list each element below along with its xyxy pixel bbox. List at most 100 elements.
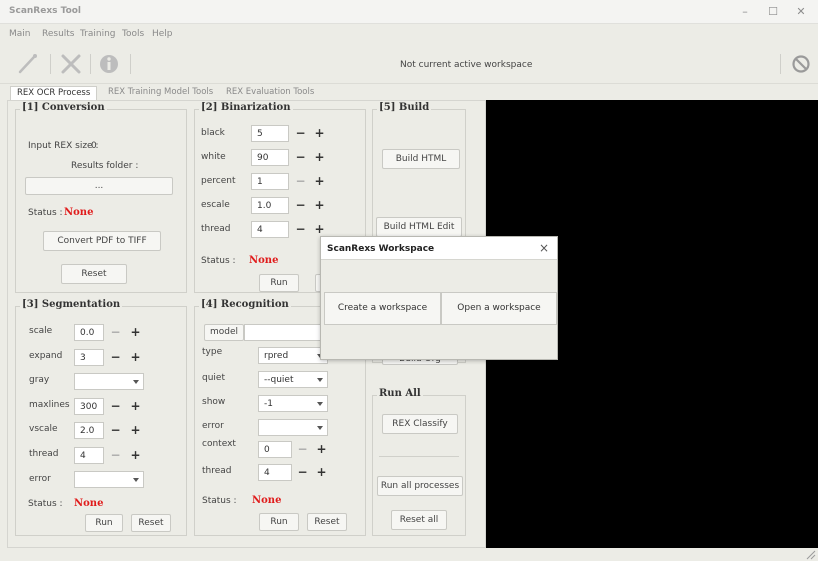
divider bbox=[379, 456, 459, 457]
decrement-button[interactable]: − bbox=[106, 324, 125, 341]
escale-input[interactable]: 1.0 bbox=[251, 197, 289, 214]
error-select[interactable] bbox=[74, 471, 144, 488]
segmentation-reset-button[interactable]: Reset bbox=[131, 514, 171, 532]
tab-rex-training-model-tools[interactable]: REX Training Model Tools bbox=[108, 86, 213, 100]
param-label: maxlines bbox=[29, 400, 70, 410]
gray-select[interactable] bbox=[74, 373, 144, 390]
increment-button[interactable]: + bbox=[310, 173, 329, 190]
segmentation-group: [3] Segmentation scale 0.0 − + expand 3 … bbox=[15, 299, 187, 536]
menu-main[interactable]: Main bbox=[9, 29, 31, 39]
increment-button[interactable]: + bbox=[126, 398, 145, 415]
percent-input[interactable]: 1 bbox=[251, 173, 289, 190]
decrement-button[interactable]: − bbox=[293, 464, 312, 481]
thread-input[interactable]: 4 bbox=[258, 464, 292, 481]
wand-icon[interactable] bbox=[15, 52, 41, 76]
workspace-status-text: Not current active workspace bbox=[400, 60, 533, 70]
rex-classify-button[interactable]: REX Classify bbox=[382, 414, 458, 434]
cross-tools-icon[interactable] bbox=[58, 52, 84, 76]
results-folder-label: Results folder : bbox=[71, 161, 139, 171]
type-select[interactable]: rpred bbox=[258, 347, 328, 364]
decrement-button[interactable]: − bbox=[106, 349, 125, 366]
increment-button[interactable]: + bbox=[312, 464, 331, 481]
scale-input[interactable]: 0.0 bbox=[74, 324, 104, 341]
error-select[interactable] bbox=[258, 419, 328, 436]
thread-input[interactable]: 4 bbox=[251, 221, 289, 238]
maxlines-input[interactable]: 300 bbox=[74, 398, 104, 415]
show-select[interactable]: -1 bbox=[258, 395, 328, 412]
thread-input[interactable]: 4 bbox=[74, 447, 104, 464]
menu-help[interactable]: Help bbox=[152, 29, 173, 39]
select-value: --quiet bbox=[264, 375, 294, 385]
no-entry-icon[interactable] bbox=[788, 52, 814, 76]
decrement-button[interactable]: − bbox=[106, 422, 125, 439]
recognition-run-button[interactable]: Run bbox=[259, 513, 299, 531]
param-label: white bbox=[201, 152, 226, 162]
increment-button[interactable]: + bbox=[126, 324, 145, 341]
recognition-reset-button[interactable]: Reset bbox=[307, 513, 347, 531]
increment-button[interactable]: + bbox=[310, 197, 329, 214]
conversion-group: [1] Conversion Input REX size : 0 Result… bbox=[15, 102, 187, 293]
increment-button[interactable]: + bbox=[126, 349, 145, 366]
black-input[interactable]: 5 bbox=[251, 125, 289, 142]
run-all-processes-button[interactable]: Run all processes bbox=[377, 476, 463, 496]
vscale-input[interactable]: 2.0 bbox=[74, 422, 104, 439]
model-button[interactable]: model bbox=[204, 324, 244, 341]
decrement-button[interactable]: − bbox=[291, 197, 310, 214]
tab-rex-evaluation-tools[interactable]: REX Evaluation Tools bbox=[226, 86, 314, 100]
increment-button[interactable]: + bbox=[126, 447, 145, 464]
param-label: escale bbox=[201, 200, 230, 210]
info-icon[interactable] bbox=[96, 52, 122, 76]
param-label: expand bbox=[29, 351, 63, 361]
decrement-button[interactable]: − bbox=[106, 447, 125, 464]
decrement-button[interactable]: − bbox=[291, 149, 310, 166]
context-input[interactable]: 0 bbox=[258, 441, 292, 458]
decrement-button[interactable]: − bbox=[293, 441, 312, 458]
binarization-run-button[interactable]: Run bbox=[259, 274, 299, 292]
create-workspace-button[interactable]: Create a workspace bbox=[324, 292, 441, 325]
param-label: gray bbox=[29, 375, 50, 385]
conversion-reset-button[interactable]: Reset bbox=[61, 264, 127, 284]
open-workspace-button[interactable]: Open a workspace bbox=[441, 292, 557, 325]
white-input[interactable]: 90 bbox=[251, 149, 289, 166]
increment-button[interactable]: + bbox=[310, 149, 329, 166]
toolbar-separator bbox=[780, 54, 781, 74]
build-html-button[interactable]: Build HTML bbox=[382, 149, 460, 169]
workspace-dialog: ScanRexs Workspace × Create a workspace … bbox=[320, 236, 558, 360]
decrement-button[interactable]: − bbox=[291, 125, 310, 142]
dialog-header: ScanRexs Workspace × bbox=[321, 237, 557, 260]
resize-grip-icon[interactable] bbox=[804, 548, 816, 560]
minimize-icon[interactable]: – bbox=[736, 4, 754, 20]
menu-tools[interactable]: Tools bbox=[122, 29, 144, 39]
increment-button[interactable]: + bbox=[126, 422, 145, 439]
decrement-button[interactable]: − bbox=[291, 221, 310, 238]
menu-training[interactable]: Training bbox=[80, 29, 116, 39]
build-html-edit-button[interactable]: Build HTML Edit bbox=[376, 217, 462, 237]
decrement-button[interactable]: − bbox=[291, 173, 310, 190]
browse-folder-button[interactable]: ... bbox=[25, 177, 173, 195]
menu-bar: Main Results Training Tools Help bbox=[0, 24, 818, 44]
param-label: thread bbox=[29, 449, 59, 459]
group-title: [1] Conversion bbox=[20, 102, 107, 113]
menu-results[interactable]: Results bbox=[42, 29, 75, 39]
reset-all-button[interactable]: Reset all bbox=[391, 510, 447, 530]
param-label: percent bbox=[201, 176, 236, 186]
chevron-down-icon bbox=[317, 402, 323, 406]
tab-rex-ocr-process[interactable]: REX OCR Process bbox=[10, 86, 98, 100]
expand-input[interactable]: 3 bbox=[74, 349, 104, 366]
toolbar-separator bbox=[130, 54, 131, 74]
toolbar-separator bbox=[50, 54, 51, 74]
model-input[interactable] bbox=[244, 324, 324, 341]
convert-pdf-to-tiff-button[interactable]: Convert PDF to TIFF bbox=[43, 231, 161, 251]
decrement-button[interactable]: − bbox=[106, 398, 125, 415]
increment-button[interactable]: + bbox=[310, 125, 329, 142]
segmentation-run-button[interactable]: Run bbox=[85, 514, 123, 532]
chevron-down-icon bbox=[317, 426, 323, 430]
status-label: Status : bbox=[201, 256, 236, 266]
increment-button[interactable]: + bbox=[312, 441, 331, 458]
quiet-select[interactable]: --quiet bbox=[258, 371, 328, 388]
close-icon[interactable]: ✕ bbox=[792, 4, 810, 20]
close-icon[interactable]: × bbox=[539, 241, 549, 255]
input-rex-size-label: Input REX size : bbox=[28, 141, 99, 151]
group-title: [2] Binarization bbox=[199, 102, 293, 113]
maximize-icon[interactable]: ☐ bbox=[764, 4, 782, 20]
